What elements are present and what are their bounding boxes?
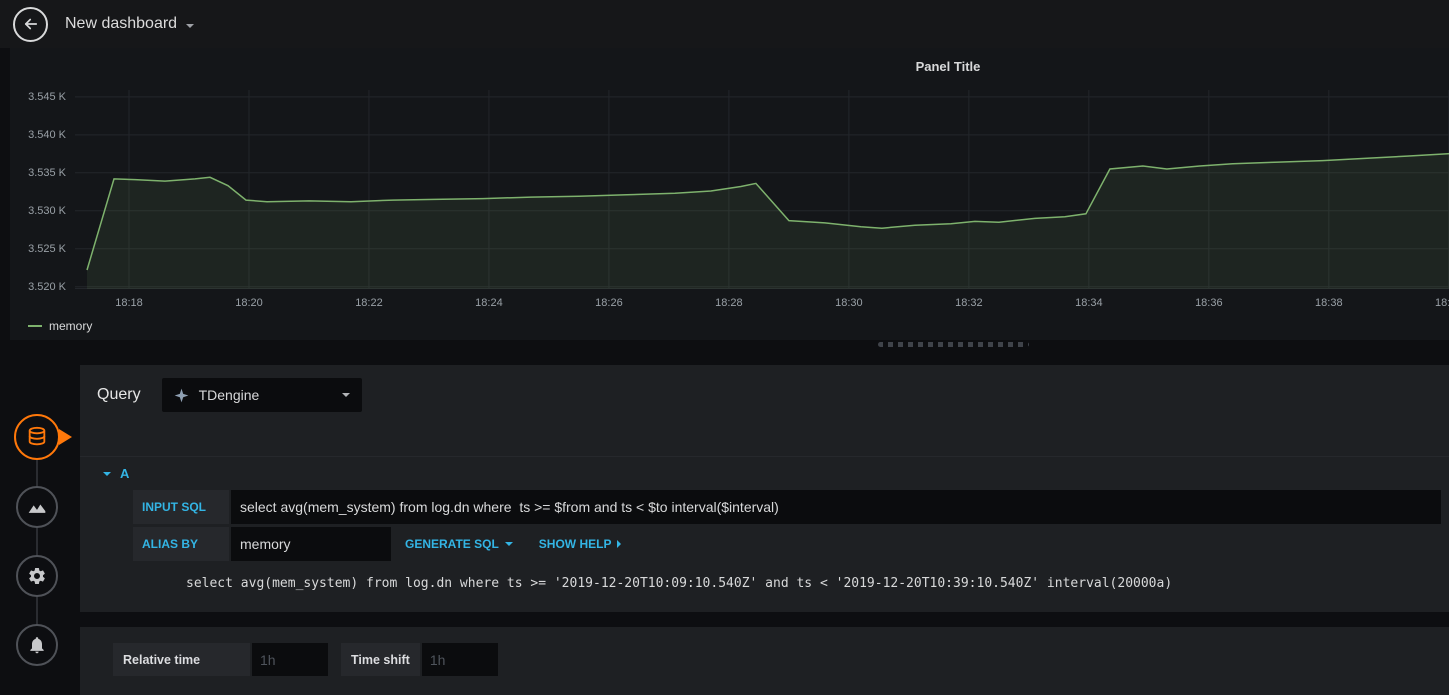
dashboard-title: New dashboard [65, 15, 178, 32]
alias-by-row: ALIAS BY GENERATE SQL SHOW HELP [133, 527, 1441, 561]
gear-icon [27, 566, 47, 586]
alias-by-field[interactable] [231, 527, 391, 561]
x-tick-label: 18:18 [115, 297, 143, 309]
chevron-down-icon [504, 542, 513, 546]
time-shift-group: Time shift [341, 643, 498, 676]
tab-general[interactable] [16, 555, 58, 597]
y-tick-label: 3.520 K [28, 280, 66, 293]
collapse-caret-icon [103, 471, 111, 476]
x-tick-label: 18:28 [715, 297, 743, 309]
query-ref-id: A [120, 466, 130, 481]
x-tick-label: 18:22 [355, 297, 383, 309]
tab-visualization[interactable] [16, 486, 58, 528]
query-section-title: Query [97, 386, 141, 403]
input-sql-field[interactable] [231, 490, 1441, 524]
relative-time-label: Relative time [113, 643, 250, 676]
x-tick-label: 18:30 [835, 297, 863, 309]
chart-plot-area [75, 90, 1449, 289]
y-tick-label: 3.530 K [28, 204, 66, 217]
chevron-down-icon [186, 23, 195, 28]
query-ref-header[interactable]: A [80, 457, 1449, 490]
tdengine-logo-icon [174, 388, 189, 403]
panel-title[interactable]: Panel Title [10, 59, 1449, 74]
generate-sql-button[interactable]: GENERATE SQL [393, 527, 525, 561]
tab-alert[interactable] [16, 624, 58, 666]
chart-icon [27, 497, 47, 517]
y-tick-label: 3.540 K [28, 128, 66, 141]
query-ref-section: A INPUT SQL ALIAS BY GENERATE SQL SHOW H… [80, 456, 1449, 591]
chevron-right-icon [617, 540, 622, 548]
chevron-down-icon [341, 393, 350, 397]
back-button[interactable] [13, 6, 48, 42]
chart-plot-svg [75, 90, 1449, 289]
show-help-button[interactable]: SHOW HELP [527, 527, 634, 561]
x-tick-label: 18:40 [1435, 297, 1449, 309]
tab-queries[interactable] [14, 414, 60, 460]
sidebar-connector-line [36, 437, 38, 645]
bell-icon [27, 635, 47, 655]
query-header: Query TDengine [80, 378, 1449, 412]
x-tick-label: 18:34 [1075, 297, 1103, 309]
series-area [87, 153, 1449, 289]
x-tick-label: 18:32 [955, 297, 983, 309]
legend-item-memory[interactable]: memory [28, 319, 92, 333]
datasource-picker[interactable]: TDengine [161, 378, 362, 412]
panel-scroll-handle[interactable] [878, 342, 1029, 347]
alias-by-label: ALIAS BY [133, 527, 229, 561]
relative-time-group: Relative time [113, 643, 328, 676]
time-shift-label: Time shift [341, 643, 420, 676]
y-tick-label: 3.525 K [28, 242, 66, 255]
query-rows: INPUT SQL ALIAS BY GENERATE SQL SHOW HEL… [80, 490, 1449, 591]
x-tick-label: 18:20 [235, 297, 263, 309]
top-navbar: New dashboard [0, 0, 1449, 48]
y-tick-label: 3.535 K [28, 166, 66, 179]
x-tick-label: 18:36 [1195, 297, 1223, 309]
legend-color-swatch [28, 325, 42, 327]
show-help-label: SHOW HELP [538, 537, 612, 551]
x-tick-label: 18:38 [1315, 297, 1343, 309]
time-shift-input[interactable] [421, 643, 498, 676]
query-editor-section: Query TDengine A INPUT SQL ALIAS BY GENE… [80, 365, 1449, 612]
input-sql-label: INPUT SQL [133, 490, 229, 524]
x-tick-label: 18:26 [595, 297, 623, 309]
dashboard-title-menu[interactable]: New dashboard [65, 15, 195, 33]
x-tick-label: 18:24 [475, 297, 503, 309]
active-tab-arrow-icon [59, 429, 72, 445]
time-options-section: Relative time Time shift [80, 627, 1449, 695]
legend-label: memory [49, 319, 93, 333]
graph-panel: Panel Title 3.545 K 3.540 K 3.535 K 3.530 K… [10, 48, 1449, 340]
relative-time-input[interactable] [252, 643, 328, 676]
arrow-left-icon [22, 15, 40, 33]
generate-sql-label: GENERATE SQL [405, 537, 499, 551]
datasource-name: TDengine [198, 387, 260, 403]
generated-sql-text: select avg(mem_system) from log.dn where… [186, 576, 1173, 591]
database-icon [26, 426, 48, 448]
input-sql-row: INPUT SQL [133, 490, 1441, 524]
y-tick-label: 3.545 K [28, 90, 66, 103]
